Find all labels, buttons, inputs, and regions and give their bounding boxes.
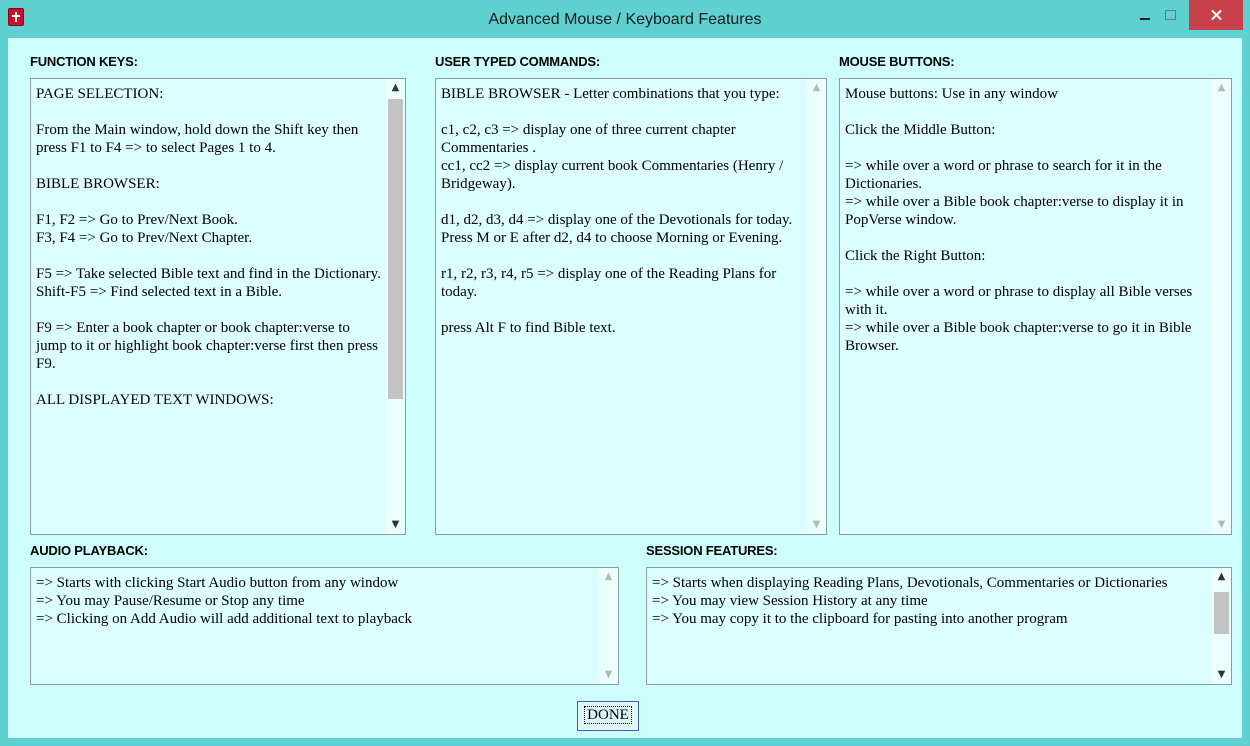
title-bar[interactable]: Advanced Mouse / Keyboard Features — [0, 0, 1250, 38]
session-features-scrollbar[interactable]: ▲ ▼ — [1212, 568, 1231, 684]
scroll-down-icon[interactable]: ▼ — [599, 666, 618, 684]
scroll-up-icon[interactable]: ▲ — [807, 79, 826, 97]
mouse-buttons-scrollbar[interactable]: ▲ ▼ — [1212, 79, 1231, 534]
audio-playback-label: AUDIO PLAYBACK: — [30, 543, 148, 558]
close-button[interactable] — [1189, 0, 1243, 30]
function-keys-scrollbar[interactable]: ▲ ▼ — [386, 79, 405, 534]
scrollbar-thumb[interactable] — [388, 99, 403, 399]
function-keys-textbox[interactable]: PAGE SELECTION: From the Main window, ho… — [30, 78, 406, 535]
done-button[interactable]: DONE — [577, 701, 639, 731]
user-typed-commands-text: BIBLE BROWSER - Letter combinations that… — [441, 86, 793, 336]
scrollbar-thumb[interactable] — [1214, 592, 1229, 634]
user-typed-commands-label: USER TYPED COMMANDS: — [435, 54, 601, 69]
session-features-text: => Starts when displaying Reading Plans,… — [652, 575, 1168, 627]
dialog-window: Advanced Mouse / Keyboard Features FUNCT… — [0, 0, 1250, 746]
session-features-textbox[interactable]: => Starts when displaying Reading Plans,… — [646, 567, 1232, 685]
scroll-down-icon[interactable]: ▼ — [1212, 666, 1231, 684]
dialog-body: FUNCTION KEYS: PAGE SELECTION: From the … — [8, 38, 1242, 738]
scroll-up-icon[interactable]: ▲ — [1212, 79, 1231, 97]
scroll-up-icon[interactable]: ▲ — [1212, 568, 1231, 586]
done-button-label: DONE — [584, 706, 632, 724]
scroll-down-icon[interactable]: ▼ — [807, 516, 826, 534]
window-title: Advanced Mouse / Keyboard Features — [488, 11, 762, 28]
user-typed-commands-scrollbar[interactable]: ▲ ▼ — [807, 79, 826, 534]
mouse-buttons-label: MOUSE BUTTONS: — [839, 54, 955, 69]
audio-playback-text: => Starts with clicking Start Audio butt… — [36, 575, 413, 627]
mouse-buttons-textbox[interactable]: Mouse buttons: Use in any window Click t… — [839, 78, 1232, 535]
user-typed-commands-textbox[interactable]: BIBLE BROWSER - Letter combinations that… — [435, 78, 827, 535]
scroll-up-icon[interactable]: ▲ — [386, 79, 405, 97]
scroll-down-icon[interactable]: ▼ — [386, 516, 405, 534]
audio-playback-scrollbar[interactable]: ▲ ▼ — [599, 568, 618, 684]
scroll-up-icon[interactable]: ▲ — [599, 568, 618, 586]
maximize-button[interactable] — [1158, 0, 1184, 30]
function-keys-label: FUNCTION KEYS: — [30, 54, 138, 69]
mouse-buttons-text: Mouse buttons: Use in any window Click t… — [845, 86, 1193, 354]
scroll-down-icon[interactable]: ▼ — [1212, 516, 1231, 534]
audio-playback-textbox[interactable]: => Starts with clicking Start Audio butt… — [30, 567, 619, 685]
function-keys-text: PAGE SELECTION: From the Main window, ho… — [36, 86, 381, 408]
minimize-button[interactable] — [1132, 0, 1158, 30]
session-features-label: SESSION FEATURES: — [646, 543, 778, 558]
